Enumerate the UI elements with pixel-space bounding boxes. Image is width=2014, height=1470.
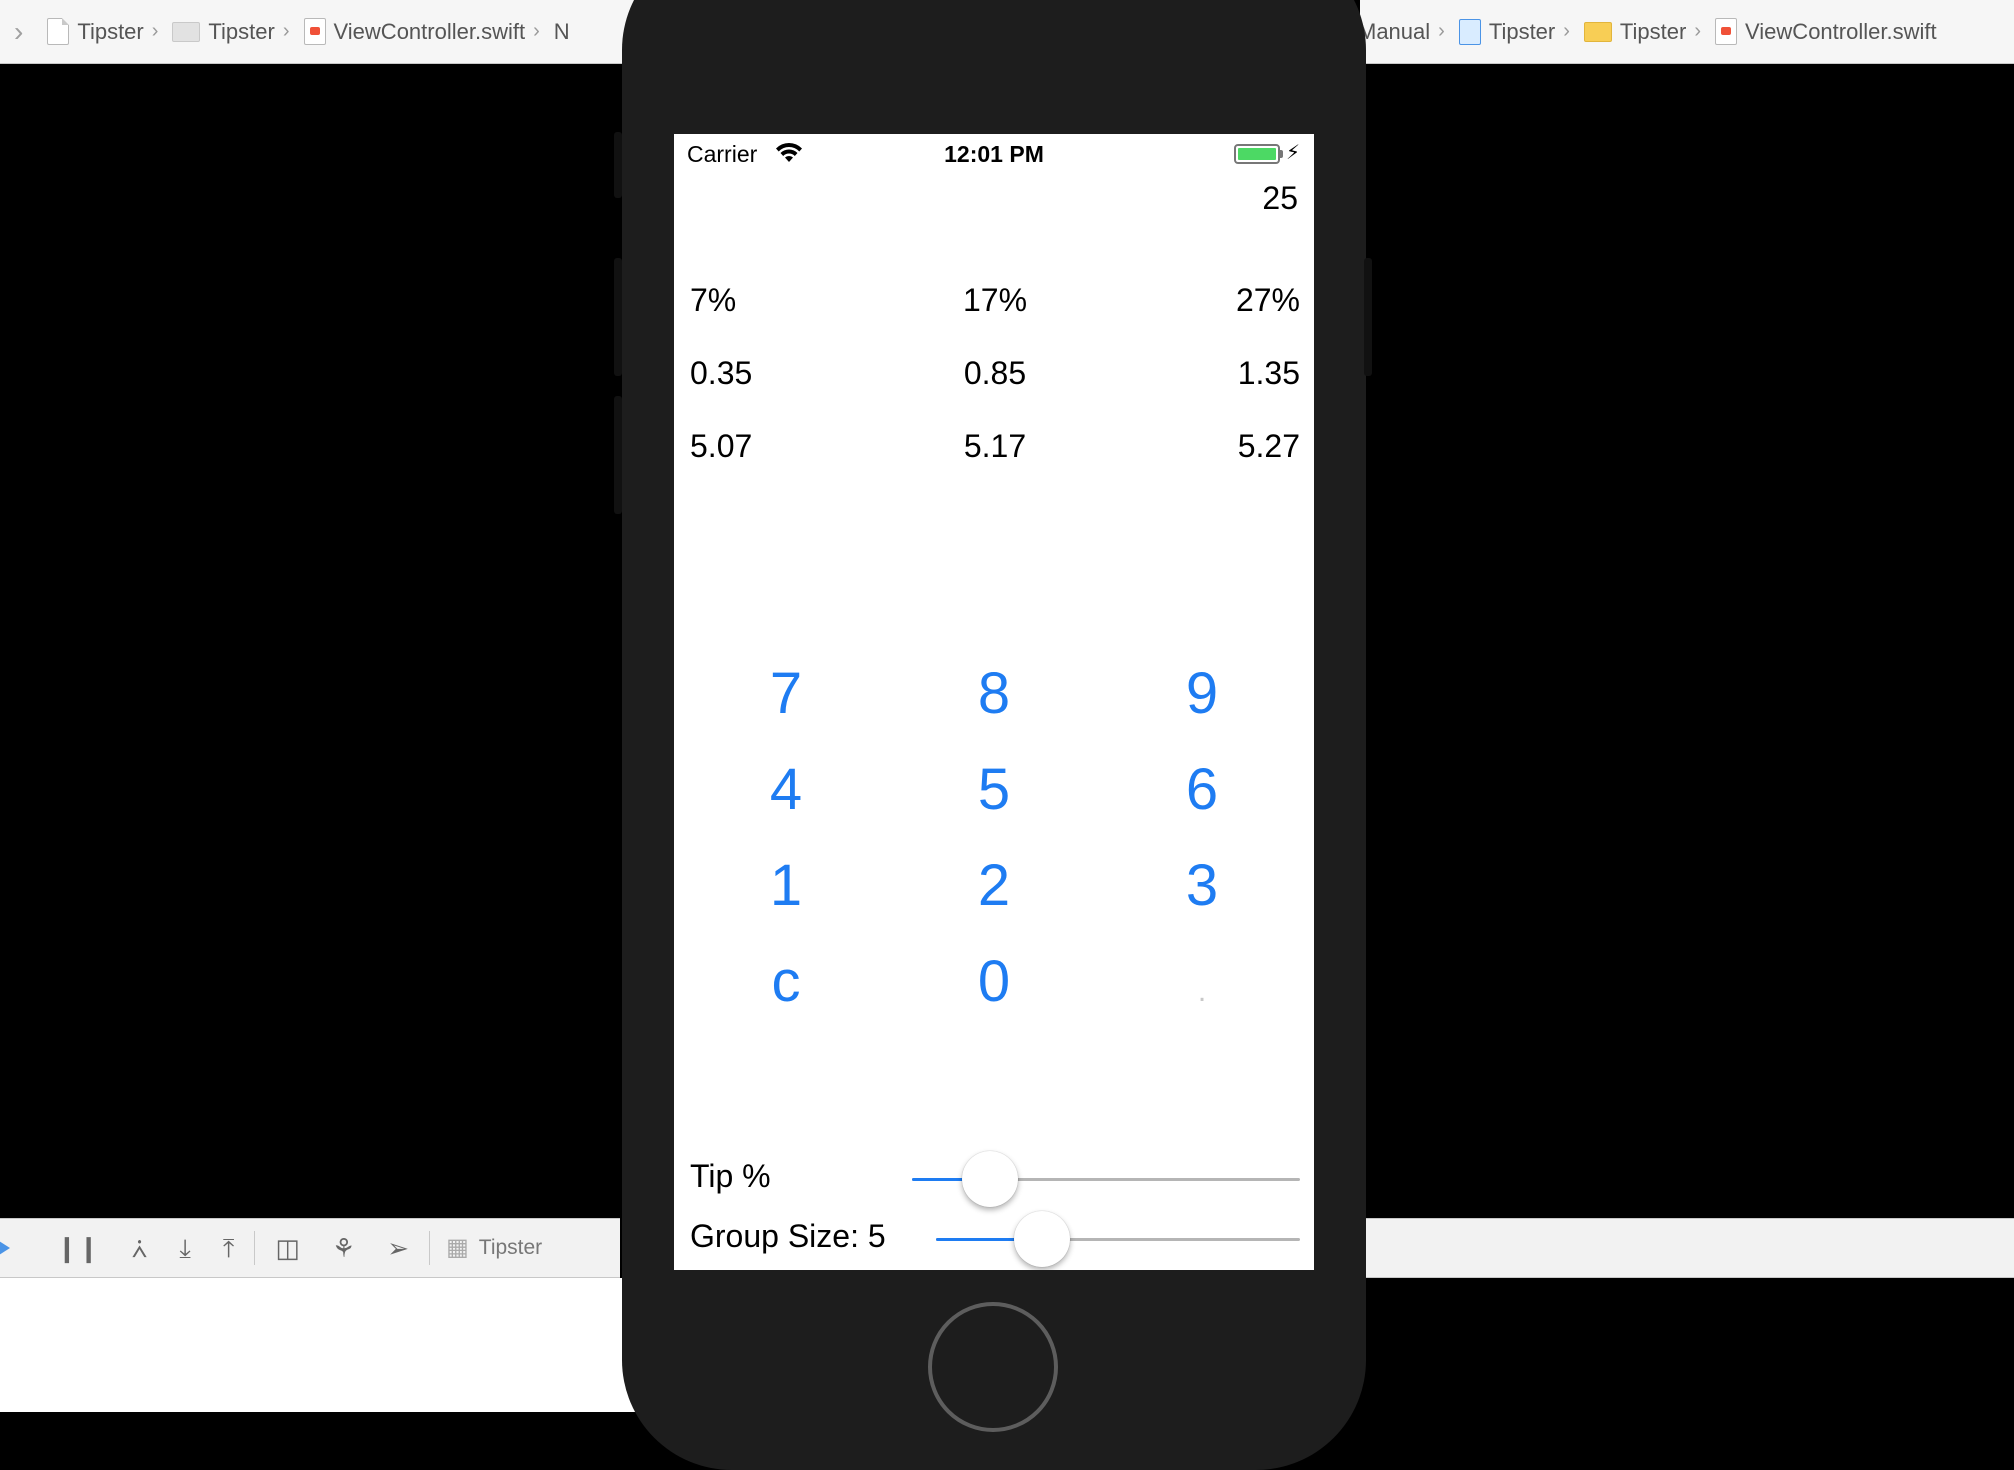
volume-down-button: [614, 396, 622, 514]
step-over-icon[interactable]: ⩑: [132, 1235, 148, 1261]
play-icon[interactable]: [0, 1239, 10, 1257]
chevron-right-icon[interactable]: ›: [14, 16, 23, 48]
total-high: 5.27: [1237, 428, 1300, 464]
breadcrumb-file[interactable]: ViewController.swift: [1715, 18, 1937, 45]
charging-bolt-icon: ⚡︎: [1286, 142, 1301, 164]
scheme-label[interactable]: Tipster: [479, 1236, 542, 1260]
breadcrumb-project[interactable]: Tipster ›: [47, 18, 166, 45]
key-8[interactable]: 8: [934, 654, 1054, 734]
scheme-grid-icon: ▦: [446, 1234, 469, 1261]
debug-bar-right: [1360, 1218, 2014, 1278]
tip-slider-thumb[interactable]: [961, 1151, 1018, 1207]
key-1[interactable]: 1: [726, 846, 846, 926]
tip-amount-high: 1.35: [1237, 355, 1300, 391]
breadcrumb-separator-icon: ›: [1694, 20, 1702, 42]
key-7[interactable]: 7: [726, 654, 846, 734]
total-mid: 5.17: [963, 428, 1027, 464]
tip-percent-high: 27%: [1235, 282, 1300, 318]
battery-level: [1238, 148, 1276, 160]
home-button[interactable]: [928, 1302, 1058, 1432]
group-slider-thumb[interactable]: [1013, 1211, 1070, 1267]
breadcrumb-folder[interactable]: Tipster ›: [172, 19, 297, 45]
volume-up-button: [614, 258, 622, 376]
breadcrumb-symbol[interactable]: N: [554, 19, 570, 45]
breadcrumb-project[interactable]: Tipster ›: [1458, 18, 1578, 45]
key-4[interactable]: 4: [726, 750, 846, 830]
mute-switch: [614, 132, 622, 198]
breadcrumb-separator-icon: ›: [151, 20, 159, 42]
key-0[interactable]: 0: [934, 942, 1054, 1022]
battery-cap: [1280, 150, 1283, 158]
view-debugger-icon[interactable]: ◫: [275, 1235, 300, 1261]
key-3[interactable]: 3: [1142, 846, 1262, 926]
project-file-icon: [47, 18, 70, 45]
key-5[interactable]: 5: [934, 750, 1054, 830]
bill-amount-display: 25: [1262, 180, 1298, 216]
group-size-label: Group Size: 5: [690, 1218, 886, 1254]
swift-file-icon: [303, 18, 326, 45]
breadcrumb-separator-icon: ›: [1563, 20, 1570, 42]
swift-file-icon: [1715, 18, 1738, 45]
tip-amount-mid: 0.85: [963, 355, 1027, 391]
debug-bar: ❙❙ ⩑ ⤓ ⤒ ◫ ⚘ ➢ ▦ Tipster: [0, 1218, 620, 1278]
key-clear[interactable]: c: [726, 942, 846, 1022]
memory-graph-icon[interactable]: ⚘: [332, 1235, 355, 1261]
tip-slider-label: Tip %: [690, 1158, 771, 1194]
breadcrumb-separator-icon: ›: [533, 20, 540, 42]
power-button: [1364, 258, 1372, 376]
jump-bar-right: Manual › Tipster › Tipster › ViewControl…: [1360, 0, 2014, 64]
app-screen: Carrier 12:01 PM ⚡︎ 25 7% 17% 27% 0.35 0…: [674, 134, 1314, 1270]
jump-bar-left: › Tipster › Tipster › ViewController.swi…: [0, 0, 640, 64]
step-into-icon[interactable]: ⤓: [179, 1235, 191, 1261]
key-decimal[interactable]: .: [1142, 942, 1262, 1022]
tip-percent-slider[interactable]: [912, 1151, 1300, 1207]
key-9[interactable]: 9: [1142, 654, 1262, 734]
folder-icon: [1583, 21, 1612, 42]
breadcrumb-file[interactable]: ViewController.swift ›: [303, 18, 548, 45]
battery-icon: [1234, 144, 1280, 164]
breadcrumb-separator-icon: ›: [282, 20, 290, 42]
tip-percent-mid: 17%: [962, 282, 1028, 318]
folder-icon: [172, 21, 201, 42]
step-out-icon[interactable]: ⤒: [223, 1235, 235, 1261]
group-size-slider[interactable]: [936, 1211, 1300, 1267]
status-time: 12:01 PM: [944, 141, 1044, 167]
key-2[interactable]: 2: [934, 846, 1054, 926]
location-icon[interactable]: ➢: [387, 1235, 409, 1261]
console-area: [0, 1278, 640, 1412]
project-icon: [1458, 18, 1481, 45]
toolbar-divider: [429, 1231, 431, 1265]
breadcrumb-folder[interactable]: Tipster ›: [1583, 19, 1709, 45]
pause-icon[interactable]: ❙❙: [56, 1235, 100, 1261]
breadcrumb-separator-icon: ›: [1438, 20, 1445, 42]
breadcrumb-manual[interactable]: Manual ›: [1360, 19, 1453, 45]
toolbar-divider: [254, 1231, 256, 1265]
key-6[interactable]: 6: [1142, 750, 1262, 830]
status-bar: Carrier 12:01 PM ⚡︎: [674, 134, 1314, 174]
